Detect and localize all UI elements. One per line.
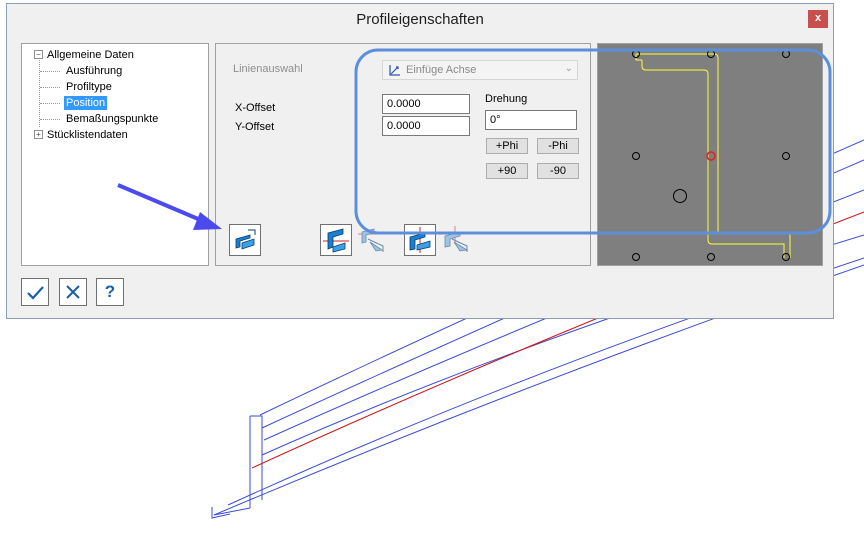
collapse-icon[interactable]: − [34, 50, 43, 59]
linienauswahl-value: Einfüge Achse [406, 64, 477, 76]
tree-item-profiltype[interactable]: Profiltype [66, 80, 112, 94]
help-button[interactable]: ? [96, 278, 124, 306]
minus-phi-button[interactable]: -Phi [537, 138, 579, 154]
reference-point [632, 152, 640, 160]
linienauswahl-label: Linienauswahl [233, 63, 303, 75]
axis-icon [389, 65, 400, 76]
mirror-vertical-disabled-button[interactable] [440, 224, 472, 256]
profile-preview[interactable] [597, 43, 823, 266]
tree-item-allgemeine-daten[interactable]: Allgemeine Daten [47, 48, 134, 62]
mirror-vertical-disabled-icon [444, 226, 469, 252]
mirror-vertical-icon [409, 227, 431, 253]
help-icon: ? [104, 282, 116, 301]
minus-90-button[interactable]: -90 [537, 163, 579, 179]
tree-line [39, 57, 40, 127]
dialog-title: Profileigenschaften [356, 11, 484, 28]
reference-point [707, 253, 715, 261]
title-bar[interactable]: Profileigenschaften x [7, 4, 833, 36]
position-panel: Linienauswahl Einfüge Achse ⌄ X-Offset Y… [215, 43, 591, 266]
checkmark-icon [27, 286, 44, 300]
mirror-horizontal-disabled-button[interactable] [356, 224, 388, 256]
tree-line [40, 119, 60, 120]
z-profile-drawing [632, 50, 791, 261]
x-offset-label: X-Offset [235, 102, 276, 114]
reference-point [632, 253, 640, 261]
profile-properties-dialog: Profileigenschaften x − Allgemeine Daten… [6, 3, 834, 319]
x-offset-input[interactable]: 0.0000 [382, 94, 470, 114]
cancel-button[interactable] [59, 278, 87, 306]
gravity-center [673, 189, 687, 203]
ok-button[interactable] [21, 278, 49, 306]
plus-phi-button[interactable]: +Phi [486, 138, 528, 154]
tree-item-position[interactable]: Position [64, 96, 108, 110]
expand-icon[interactable]: + [34, 130, 43, 139]
chevron-down-icon: ⌄ [564, 63, 573, 74]
plus-90-button[interactable]: +90 [486, 163, 528, 179]
tree-line [40, 103, 60, 104]
profile-swap-icon [235, 229, 256, 250]
tree-line [40, 87, 60, 88]
mirror-vertical-button[interactable] [404, 224, 436, 256]
profile-swap-button[interactable] [229, 224, 261, 256]
tree-item-stuecklistendaten[interactable]: Stücklistendaten [47, 128, 128, 142]
drehung-input[interactable]: 0° [485, 110, 577, 130]
y-offset-label: Y-Offset [235, 121, 275, 133]
tree-item-ausfuehrung[interactable]: Ausführung [66, 64, 122, 78]
category-tree: − Allgemeine Daten Ausführung Profiltype… [21, 43, 209, 266]
y-offset-input[interactable]: 0.0000 [382, 116, 470, 136]
mirror-horizontal-button[interactable] [320, 224, 352, 256]
cancel-icon [66, 285, 80, 299]
mirror-horizontal-icon [323, 228, 349, 253]
drehung-label: Drehung [485, 93, 528, 105]
tree-item-bemassungspunkte[interactable]: Bemaßungspunkte [66, 112, 158, 126]
reference-point [782, 50, 790, 58]
reference-point [782, 152, 790, 160]
tree-line [40, 71, 60, 72]
close-button[interactable]: x [808, 10, 828, 28]
mirror-horizontal-disabled-icon [358, 228, 384, 252]
linienauswahl-select[interactable]: Einfüge Achse ⌄ [382, 60, 578, 80]
